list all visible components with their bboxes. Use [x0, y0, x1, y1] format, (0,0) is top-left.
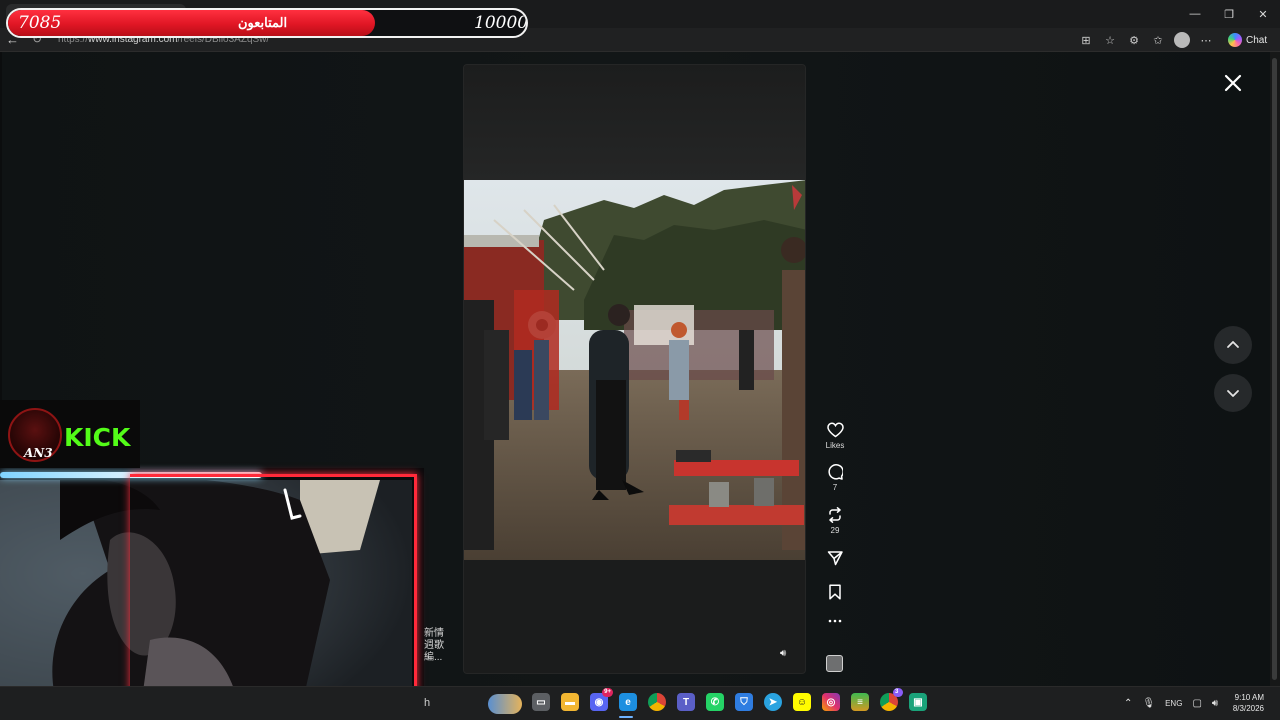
- discord-icon[interactable]: ◉ 9+: [590, 688, 613, 711]
- language-indicator[interactable]: ENG: [1165, 699, 1182, 708]
- minimize-button[interactable]: —: [1178, 0, 1212, 28]
- speaker-icon[interactable]: 🔊︎: [780, 648, 786, 659]
- heart-icon: [826, 422, 844, 438]
- follower-count: 7085: [18, 13, 62, 33]
- discord-badge: 9+: [602, 688, 613, 697]
- system-tray: ⌃ 🎙︎ ENG ▢ 🔊︎: [1124, 692, 1218, 714]
- clock-date: 8/3/2026: [1232, 704, 1264, 713]
- close-window-button[interactable]: ✕: [1246, 0, 1280, 28]
- more-menu-icon[interactable]: ⋯: [1198, 32, 1214, 48]
- comment-count: 7: [832, 483, 838, 492]
- follower-goal: 10000: [474, 13, 528, 33]
- taskbar-clock[interactable]: 9:10 AM 8/3/2026: [1222, 692, 1264, 714]
- bookmark-icon: [829, 584, 841, 600]
- caption-line: 週歌: [424, 640, 444, 651]
- comment-icon: [828, 464, 843, 480]
- split-screen-icon[interactable]: ⊞: [1078, 32, 1094, 48]
- volume-icon[interactable]: 🔊︎: [1212, 698, 1218, 709]
- close-icon[interactable]: [1220, 70, 1246, 96]
- reel-video-frame: [464, 180, 805, 560]
- active-app-indicator: [619, 716, 633, 718]
- caption-line: 新情: [424, 628, 444, 639]
- avatar: [1174, 32, 1190, 48]
- kick-logo-text: KICK: [64, 423, 131, 452]
- follower-goal-bar: 7085 المتابعون 10000: [6, 8, 528, 38]
- caption-fragment: 新情 週歌 編...: [424, 628, 444, 664]
- share-button[interactable]: [822, 550, 848, 566]
- taskbar-apps: ▭ ▬ ◉ 9+ e T ✆ ⛉ ➤ ☺ ◎ ≡ 3 ▣: [532, 688, 927, 711]
- telegram-icon[interactable]: ➤: [764, 693, 782, 711]
- profile-button[interactable]: [1174, 32, 1190, 48]
- send-icon: [827, 551, 843, 566]
- browser-toolbar: ⊞ ☆ ⚙ ✩ ⋯ Chat: [1078, 30, 1267, 50]
- chrome-profile-icon[interactable]: 3: [880, 688, 903, 711]
- follower-progress-fill: [8, 10, 375, 36]
- instagram-icon[interactable]: ◎: [822, 693, 840, 711]
- reel-video[interactable]: 🔊︎: [463, 64, 806, 674]
- chevron-down-icon: [1227, 390, 1239, 397]
- task-view-icon[interactable]: ▭: [532, 693, 550, 711]
- previous-reel-button[interactable]: [1214, 326, 1252, 364]
- extensions-icon[interactable]: ⚙: [1126, 32, 1142, 48]
- save-button[interactable]: [822, 584, 848, 600]
- clock-time: 9:10 AM: [1234, 693, 1264, 702]
- weather-widget-icon[interactable]: [488, 694, 522, 714]
- scrollbar-thumb[interactable]: [1272, 58, 1277, 680]
- teams-icon[interactable]: T: [677, 693, 695, 711]
- copilot-icon: [1228, 33, 1242, 47]
- webcam-neon-border: [130, 474, 417, 716]
- microphone-icon[interactable]: 🎙︎: [1142, 698, 1155, 709]
- security-shield-icon[interactable]: ⛉: [735, 693, 753, 711]
- reel-letterbox: [464, 65, 805, 181]
- repost-icon: [829, 507, 841, 523]
- repost-count: 29: [830, 526, 840, 535]
- edge-browser-icon[interactable]: e: [619, 693, 637, 711]
- ellipsis-icon: [828, 619, 842, 623]
- favorites-icon[interactable]: ✩: [1150, 32, 1166, 48]
- maximize-button[interactable]: ❐: [1212, 0, 1246, 28]
- streamer-logo-text: AN3: [24, 446, 53, 460]
- chevron-up-icon: [1227, 341, 1239, 348]
- display-icon[interactable]: ▢: [1192, 698, 1201, 709]
- follower-label: المتابعون: [238, 15, 288, 30]
- whatsapp-icon[interactable]: ✆: [706, 693, 724, 711]
- like-button[interactable]: Likes: [822, 422, 848, 450]
- audio-thumbnail[interactable]: [826, 655, 843, 672]
- repost-button[interactable]: 29: [822, 507, 848, 535]
- comment-button[interactable]: 7: [822, 464, 848, 492]
- chevron-up-icon[interactable]: ⌃: [1124, 698, 1132, 709]
- app-icon[interactable]: ▣: [909, 693, 927, 711]
- window-controls: — ❐ ✕: [1178, 0, 1280, 28]
- chrome-badge: 3: [893, 688, 903, 697]
- next-reel-button[interactable]: [1214, 374, 1252, 412]
- copilot-chat-label: Chat: [1246, 34, 1268, 46]
- caption-line: 編...: [424, 652, 443, 663]
- stack-app-icon[interactable]: ≡: [851, 693, 869, 711]
- copilot-chat-button[interactable]: Chat: [1228, 33, 1267, 47]
- favorite-star-icon[interactable]: ☆: [1102, 32, 1118, 48]
- taskbar-search-text[interactable]: h: [424, 697, 430, 709]
- snapchat-icon[interactable]: ☺: [793, 693, 811, 711]
- like-label: Likes: [825, 441, 845, 450]
- more-options-button[interactable]: [822, 618, 848, 624]
- chrome-icon[interactable]: [648, 693, 666, 711]
- file-explorer-icon[interactable]: ▬: [561, 693, 579, 711]
